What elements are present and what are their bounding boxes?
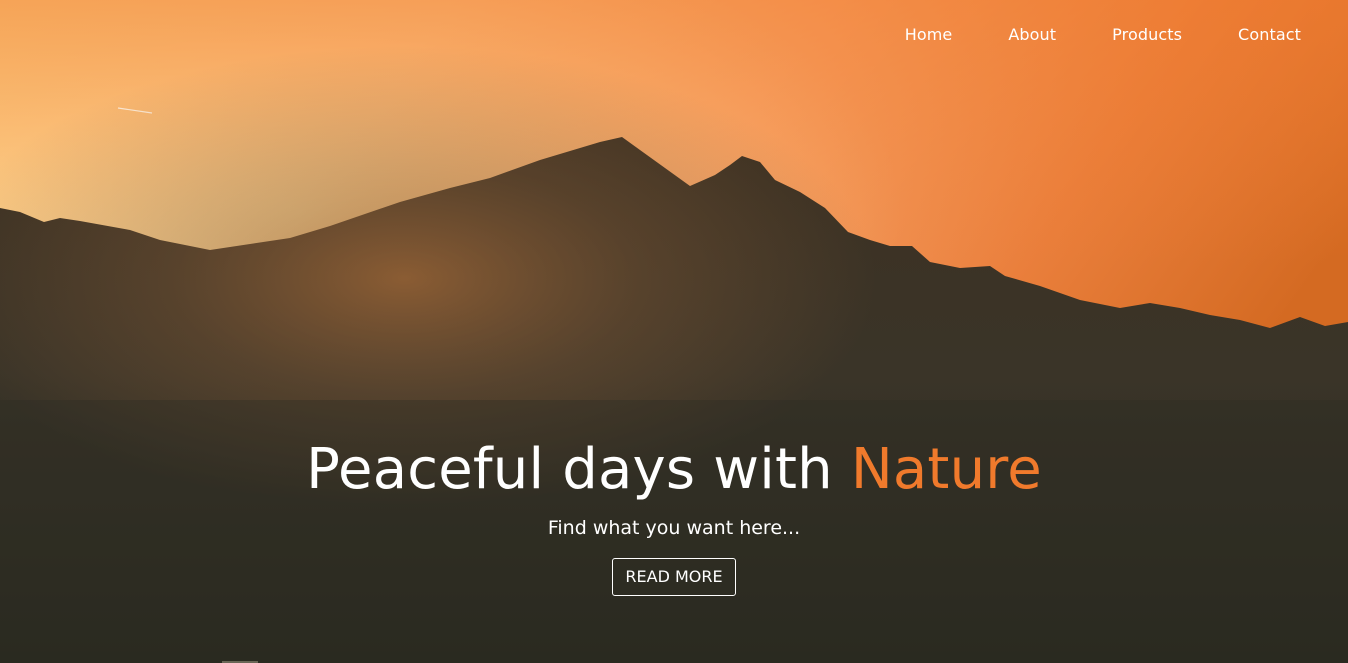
main-nav: Home About Products Contact [849,24,1301,46]
nav-home-link[interactable]: Home [905,24,953,46]
hero-subtitle: Find what you want here... [547,517,801,539]
hero-title-main: Peaceful days with [306,437,851,502]
read-more-button[interactable]: READ MORE [612,558,736,596]
hero-section: Home About Products Contact Peaceful day… [0,0,1348,663]
hero-title-accent: Nature [850,437,1042,502]
nav-contact-link[interactable]: Contact [1238,24,1301,46]
nav-about-link[interactable]: About [1008,24,1056,46]
hero-content: Peaceful days with Nature Find what you … [0,432,1348,596]
hero-title: Peaceful days with Nature [0,432,1348,508]
nav-products-link[interactable]: Products [1112,24,1182,46]
